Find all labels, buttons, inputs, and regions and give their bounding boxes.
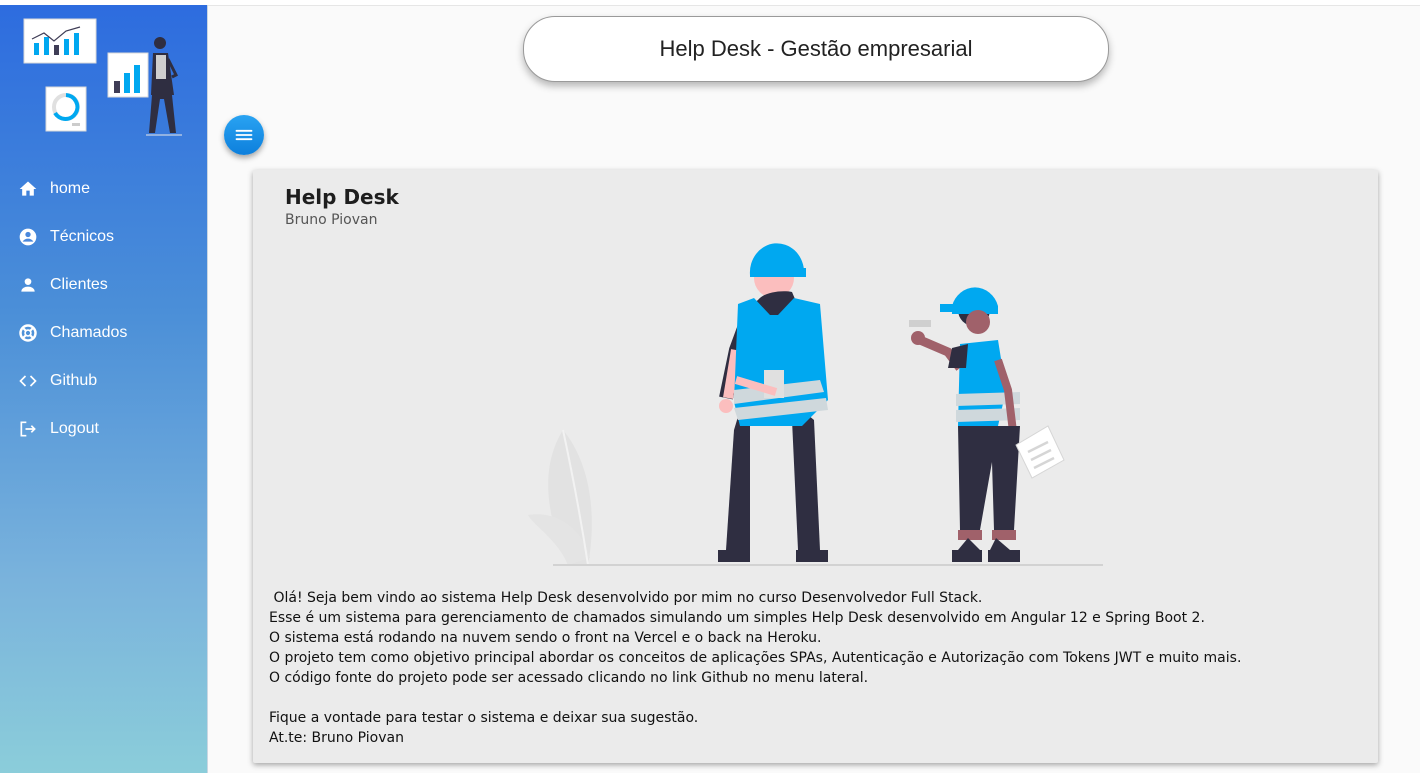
text-line: O sistema está rodando na nuvem sendo o … [269,630,822,646]
sidebar-item-label: Logout [50,420,99,437]
code-icon [18,371,38,391]
text-line: O projeto tem como objetivo principal ab… [269,650,1242,666]
sidebar-item-label: Clientes [50,276,108,293]
logout-icon [18,419,38,439]
home-icon [18,179,38,199]
card-title: Help Desk [285,185,399,209]
account-circle-icon [18,227,38,247]
text-line: Olá! Seja bem vindo ao sistema Help Desk… [269,590,983,606]
menu-toggle-button[interactable] [224,115,264,155]
text-line: Esse é um sistema para gerenciamento de … [269,610,1205,626]
welcome-card: Help Desk Bruno Piovan Olá! Seja bem vin… [253,170,1378,763]
sidebar-item-label: home [50,180,91,197]
welcome-text: Olá! Seja bem vindo ao sistema Help Desk… [269,588,1369,748]
workers-illustration [528,243,1103,566]
sidebar-item-github[interactable]: Github [0,357,207,405]
sidebar-item-label: Github [50,372,98,389]
text-line: O código fonte do projeto pode ser acess… [269,670,869,686]
sidebar-item-label: Chamados [50,324,128,341]
sidebar-item-chamados[interactable]: Chamados [0,309,207,357]
sidebar: home Técnicos Clientes Chamados Github L… [0,5,208,773]
text-line [269,688,1369,708]
page-title: Help Desk - Gestão empresarial [523,16,1109,82]
support-icon [18,323,38,343]
sidebar-item-home[interactable]: home [0,165,207,213]
top-border [0,0,1420,6]
card-subtitle: Bruno Piovan [285,212,378,228]
sidebar-item-tecnicos[interactable]: Técnicos [0,213,207,261]
text-line: Fique a vontade para testar o sistema e … [269,710,699,726]
text-line: At.te: Bruno Piovan [269,730,404,746]
sidebar-item-clientes[interactable]: Clientes [0,261,207,309]
menu-icon [235,129,253,141]
sidebar-item-logout[interactable]: Logout [0,405,207,453]
person-icon [18,275,38,295]
sidebar-item-label: Técnicos [50,228,115,245]
sidebar-nav: home Técnicos Clientes Chamados Github L… [0,165,207,453]
dashboard-illustration [23,18,182,136]
